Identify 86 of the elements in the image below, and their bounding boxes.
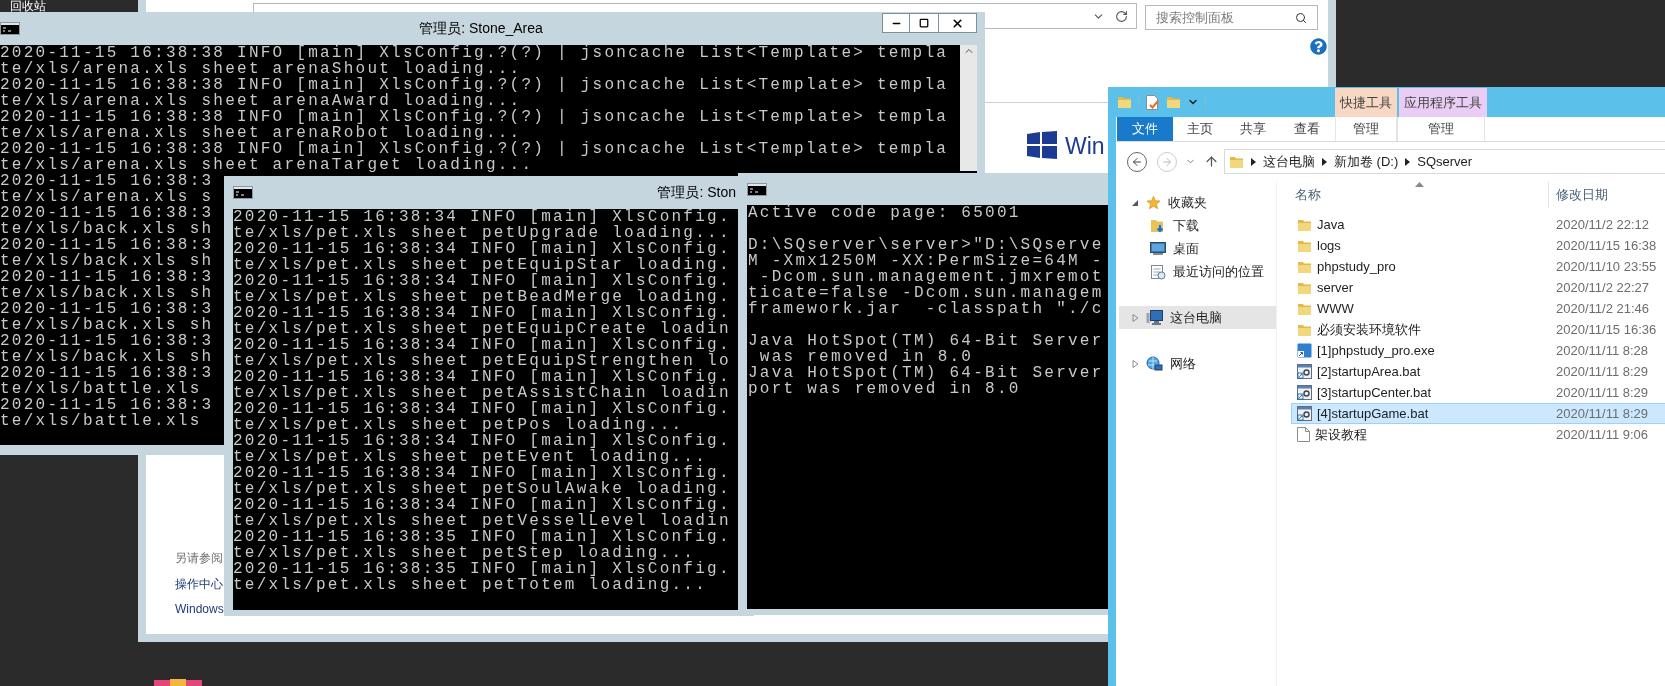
file-name: server [1317, 278, 1354, 297]
console-line: 2020-11-15 16:38:3 [0, 205, 214, 221]
console-line: 2020-11-15 16:38:34 INFO [main] XlsConfig. [233, 305, 731, 321]
file-name: Java [1317, 215, 1345, 234]
console-line: Active code page: 65001 [748, 205, 1021, 221]
console-line: te/xls/pet.xls sheet petPos loading... [233, 417, 684, 433]
console-line: Java HotSpot(TM) 64-Bit Server [748, 365, 1104, 381]
console-line: te/xls/pet.xls sheet petEquipStrengthen lo [233, 353, 731, 369]
console-line: te/xls/pet.xls sheet petBeadMerge loading. [233, 289, 731, 305]
see-also-heading: 另请参阅 [175, 550, 223, 567]
console-line: te/xls/pet.xls sheet petAssistChain loadin [233, 385, 731, 401]
console-line: 2020-11-15 16:38:3 [0, 269, 214, 285]
console-line: te/xls/pet.xls sheet petVesselLevel loadin [233, 513, 731, 529]
window-title: 管理员: Stone_Area [418, 19, 544, 38]
console-line: te/xls/pet.xls sheet petUpgrade loading... [233, 225, 731, 241]
modified-date: 2020/11/11 8:29 [1555, 404, 1649, 423]
console-line: te/xls/back.xls sh [0, 349, 214, 365]
console-line: te/xls/pet.xls sheet petEquipCreate loadin [233, 321, 731, 337]
console-line: te/xls/pet.xls sheet petEvent loading... [233, 449, 708, 465]
console-line: te/xls/back.xls sh [0, 285, 214, 301]
console-line: te/xls/arena.xls sheet arenaShout loading... [0, 61, 522, 77]
console-line: te/xls/back.xls sh [0, 221, 214, 237]
modified-date: 2020/11/10 23:55 [1555, 257, 1657, 276]
console-line: ticate=false -Dcom.sun.managem [748, 285, 1104, 301]
console-line: D:\SQserver\server>"D:\SQserve [748, 237, 1104, 253]
file-name: phpstudy_pro [1317, 257, 1396, 276]
modified-date: 2020/11/15 16:36 [1555, 320, 1657, 339]
console-line: 2020-11-15 16:38:3 [0, 333, 214, 349]
file-name: logs [1317, 236, 1341, 255]
console-line: 2020-11-15 16:38:34 INFO [main] XlsConfig. [233, 273, 731, 289]
console-line: 2020-11-15 16:38:3 [0, 301, 214, 317]
file-name: 架设教程 [1315, 425, 1367, 444]
modified-date: 2020/11/2 21:46 [1555, 299, 1649, 318]
console-line: te/xls/battle.xls [0, 381, 202, 397]
modified-date: 2020/11/2 22:12 [1555, 215, 1649, 234]
modified-date: 2020/11/11 8:29 [1555, 383, 1649, 402]
console-line: 2020-11-15 16:38:38 INFO [main] XlsConfig.?(?) | jsoncache List<Template> templa [0, 45, 949, 61]
console-line: framework.jar -classpath "./c [748, 301, 1104, 317]
file-name: [2]startupArea.bat [1317, 362, 1421, 381]
console-line: te/xls/pet.xls sheet petEquipStar loading. [233, 257, 731, 273]
console-line: te/xls/back.xls sh [0, 253, 214, 269]
file-name: [4]startupGame.bat [1317, 404, 1429, 423]
modified-date: 2020/11/15 16:38 [1555, 236, 1657, 255]
console-line: te/xls/pet.xls sheet petStep loading... [233, 545, 696, 561]
modified-date: 2020/11/11 8:29 [1555, 362, 1649, 381]
console-line: -Dcom.sun.management.jmxremot [759, 269, 1104, 285]
context-tab-header: 应用程序工具 [1399, 88, 1487, 117]
window-title: 管理员: Ston [657, 183, 736, 202]
console-line: 2020-11-15 16:38:34 INFO [main] XlsConfig. [233, 337, 731, 353]
context-tab-header: 快捷工具 [1335, 88, 1397, 117]
console-line: 2020-11-15 16:38:34 INFO [main] XlsConfig. [233, 465, 731, 481]
modified-date: 2020/11/11 9:06 [1555, 425, 1649, 444]
console-line: 2020-11-15 16:38:34 INFO [main] XlsConfig. [233, 241, 731, 257]
console-line: 2020-11-15 16:38:34 INFO [main] XlsConfig. [233, 369, 731, 385]
console-line: port was removed in 8.0 [748, 381, 1021, 397]
console-line: 2020-11-15 16:38:34 INFO [main] XlsConfig. [233, 209, 731, 225]
console-line: 2020-11-15 16:38:3 [0, 173, 214, 189]
console-line: 2020-11-15 16:38:34 INFO [main] XlsConfig. [233, 433, 731, 449]
console-line: te/xls/arena.xls sheet arenaRobot loading... [0, 125, 522, 141]
console-line: te/xls/arena.xls sheet arenaTarget loading... [0, 157, 534, 173]
file-name: WWW [1317, 299, 1354, 318]
console-line: te/xls/arena.xls sheet arenaAward loading... [0, 93, 522, 109]
file-name: [1]phpstudy_pro.exe [1317, 341, 1435, 360]
file-name: 必须安装环境软件 [1317, 320, 1421, 339]
console-line: 2020-11-15 16:38:3 [0, 365, 214, 381]
console-line: 2020-11-15 16:38:35 INFO [main] XlsConfig. [233, 561, 731, 577]
modified-date: 2020/11/11 8:28 [1555, 341, 1649, 360]
console-line: M -Xmx1250M -XX:PermSize=64M - [748, 253, 1104, 269]
console-line: te/xls/back.xls sh [0, 317, 214, 333]
console-line: 2020-11-15 16:38:3 [0, 397, 214, 413]
console-line: 2020-11-15 16:38:38 INFO [main] XlsConfig.?(?) | jsoncache List<Template> templa [0, 141, 949, 157]
console-line: te/xls/pet.xls sheet petTotem loading... [233, 577, 708, 593]
console-line: te/xls/arena.xls s [0, 189, 214, 205]
console-line: Java HotSpot(TM) 64-Bit Server [748, 333, 1104, 349]
console-line: was removed in 8.0 [758, 349, 974, 365]
console-line: te/xls/battle.xls [0, 413, 202, 429]
console-line: 2020-11-15 16:38:3 [0, 237, 214, 253]
console-line: te/xls/pet.xls sheet petSoulAwake loading. [233, 481, 731, 497]
file-name: [3]startupCenter.bat [1317, 383, 1432, 402]
modified-date: 2020/11/2 22:27 [1555, 278, 1649, 297]
console-line: 2020-11-15 16:38:34 INFO [main] XlsConfig. [233, 497, 731, 513]
console-line: 2020-11-15 16:38:38 INFO [main] XlsConfig.?(?) | jsoncache List<Template> templa [0, 77, 949, 93]
console-line: 2020-11-15 16:38:34 INFO [main] XlsConfig. [233, 401, 731, 417]
logo-text: Win [1065, 132, 1105, 161]
console-line: 2020-11-15 16:38:38 INFO [main] XlsConfig.?(?) | jsoncache List<Template> templa [0, 109, 949, 125]
console-line: 2020-11-15 16:38:35 INFO [main] XlsConfig. [233, 529, 731, 545]
